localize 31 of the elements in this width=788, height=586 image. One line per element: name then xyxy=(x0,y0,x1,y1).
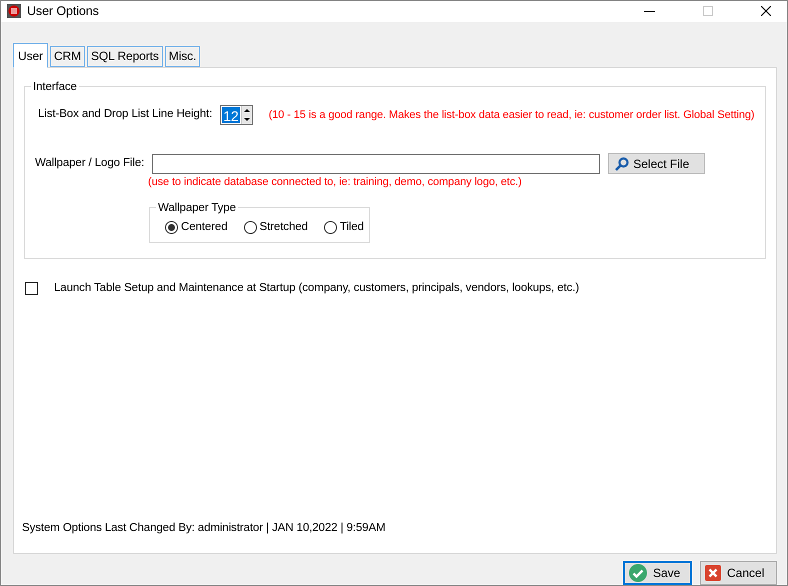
radio-option[interactable]: Centered xyxy=(165,218,228,236)
checkbox-label: Launch Table Setup and Maintenance at Startup (company, customers, principals, vendors, lookups, etc.) xyxy=(54,281,580,296)
minimize-button[interactable] xyxy=(644,10,655,12)
radio-button[interactable] xyxy=(244,221,257,234)
file-input[interactable] xyxy=(152,154,600,174)
tab[interactable]: Misc. xyxy=(164,46,200,67)
field-label: List-Box and Drop List Line Height: xyxy=(38,107,212,122)
checkbox[interactable] xyxy=(25,282,38,296)
tab[interactable]: SQL Reports xyxy=(86,46,163,67)
app-icon xyxy=(7,4,21,18)
tab[interactable]: User xyxy=(13,43,48,68)
check-icon xyxy=(629,564,647,582)
cancel-button[interactable]: Cancel xyxy=(700,561,777,585)
radio-button[interactable] xyxy=(324,221,337,234)
save-button[interactable]: Save xyxy=(623,561,692,585)
field-label: Wallpaper / Logo File: xyxy=(35,156,144,171)
select-file-button[interactable]: Select File xyxy=(608,153,706,174)
up-arrow-icon[interactable] xyxy=(242,106,252,115)
radio-option[interactable]: Tiled xyxy=(324,218,364,236)
hint-text: (use to indicate database connected to, ie: training, demo, company logo, etc.) xyxy=(148,175,523,190)
hint-text: (10 - 15 is a good range. Makes the list-box data easier to read, ie: customer order list. Global Setting) xyxy=(268,108,754,123)
status-text: System Options Last Changed By: administrator | JAN 10,2022 | 9:59AM xyxy=(22,520,387,536)
window-title: User Options xyxy=(27,3,99,20)
radio-button[interactable] xyxy=(165,221,178,234)
tab[interactable]: CRM xyxy=(50,46,85,67)
down-arrow-icon[interactable] xyxy=(242,115,252,124)
radio-option[interactable]: Stretched xyxy=(244,218,308,236)
close-button[interactable] xyxy=(761,6,771,16)
search-icon xyxy=(615,156,630,170)
close-icon xyxy=(705,565,721,581)
line-height-spinner[interactable]: 12 xyxy=(220,105,253,125)
